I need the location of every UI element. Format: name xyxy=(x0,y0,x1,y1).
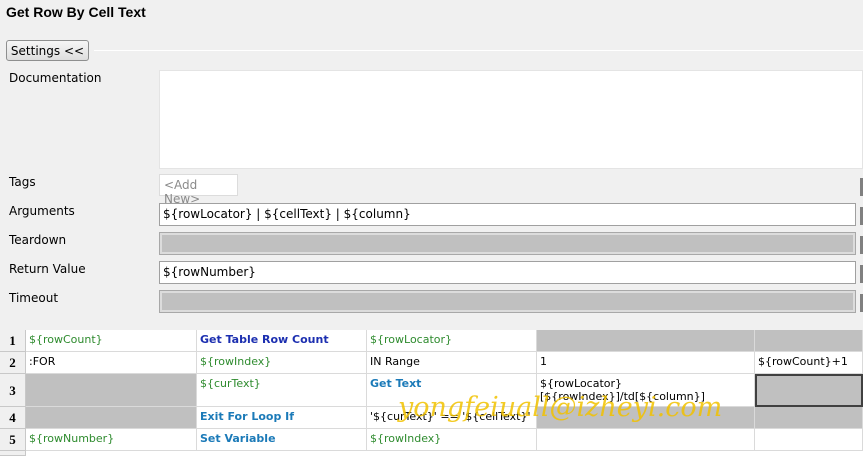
row-header-5[interactable]: 5 xyxy=(0,429,26,451)
timeout-field[interactable] xyxy=(159,290,856,313)
grid-cell-r1-c2[interactable]: Get Table Row Count xyxy=(197,330,367,352)
settings-divider xyxy=(94,50,863,51)
grid-cell-r5-c1[interactable]: ${rowNumber} xyxy=(26,429,197,451)
row-header-4[interactable]: 4 xyxy=(0,407,26,429)
grid-cell-r1-c3[interactable]: ${rowLocator} xyxy=(367,330,537,352)
grid-cell-r2-c5[interactable]: ${rowCount}+1 xyxy=(755,352,863,374)
grid-cell-r3-c1[interactable] xyxy=(26,374,197,407)
grid-cell-r5-c5[interactable] xyxy=(755,429,863,451)
return-value-field[interactable]: ${rowNumber} xyxy=(159,261,856,284)
documentation-editor[interactable] xyxy=(159,70,863,169)
arguments-field[interactable]: ${rowLocator} | ${cellText} | ${column} xyxy=(159,203,856,226)
row-header-1[interactable]: 1 xyxy=(0,330,26,352)
grid-cell-r5-c4[interactable] xyxy=(537,429,755,451)
teardown-label: Teardown xyxy=(9,233,67,247)
row-header-2[interactable]: 2 xyxy=(0,352,26,374)
watermark-text: yongfeiuall@izheyi.com xyxy=(398,392,723,423)
arguments-label: Arguments xyxy=(9,204,75,218)
grid-cell-r3-c2[interactable]: ${curText} xyxy=(197,374,367,407)
grid-cell-r4-c5[interactable] xyxy=(755,407,863,429)
grid-cell-r5-c2[interactable]: Set Variable xyxy=(197,429,367,451)
grid-cell-r5-c3[interactable]: ${rowIndex} xyxy=(367,429,537,451)
grid-cell-r2-c2[interactable]: ${rowIndex} xyxy=(197,352,367,374)
add-tag-field[interactable]: <Add New> xyxy=(159,174,238,206)
tags-label: Tags xyxy=(9,175,36,189)
page-title: Get Row By Cell Text xyxy=(6,4,146,20)
documentation-label: Documentation xyxy=(9,71,102,85)
grid-cell-r2-c3[interactable]: IN Range xyxy=(367,352,537,374)
row-header-3[interactable]: 3 xyxy=(0,374,26,407)
grid-cell-r4-c1[interactable] xyxy=(26,407,197,429)
grid-cell-r2-c1[interactable]: :FOR xyxy=(26,352,197,374)
grid-cell-r1-c4[interactable] xyxy=(537,330,755,352)
grid-cell-r3-c5-selected[interactable] xyxy=(755,374,863,407)
teardown-field[interactable] xyxy=(159,232,856,255)
row-header-6[interactable] xyxy=(0,451,26,456)
grid-cell-r1-c5[interactable] xyxy=(755,330,863,352)
settings-row: Settings << xyxy=(6,40,863,62)
settings-toggle-button[interactable]: Settings << xyxy=(6,40,89,61)
timeout-label: Timeout xyxy=(9,291,59,305)
return-value-label: Return Value xyxy=(9,262,86,276)
grid-cell-r1-c1[interactable]: ${rowCount} xyxy=(26,330,197,352)
grid-cell-r4-c2[interactable]: Exit For Loop If xyxy=(197,407,367,429)
grid-cell-r2-c4[interactable]: 1 xyxy=(537,352,755,374)
